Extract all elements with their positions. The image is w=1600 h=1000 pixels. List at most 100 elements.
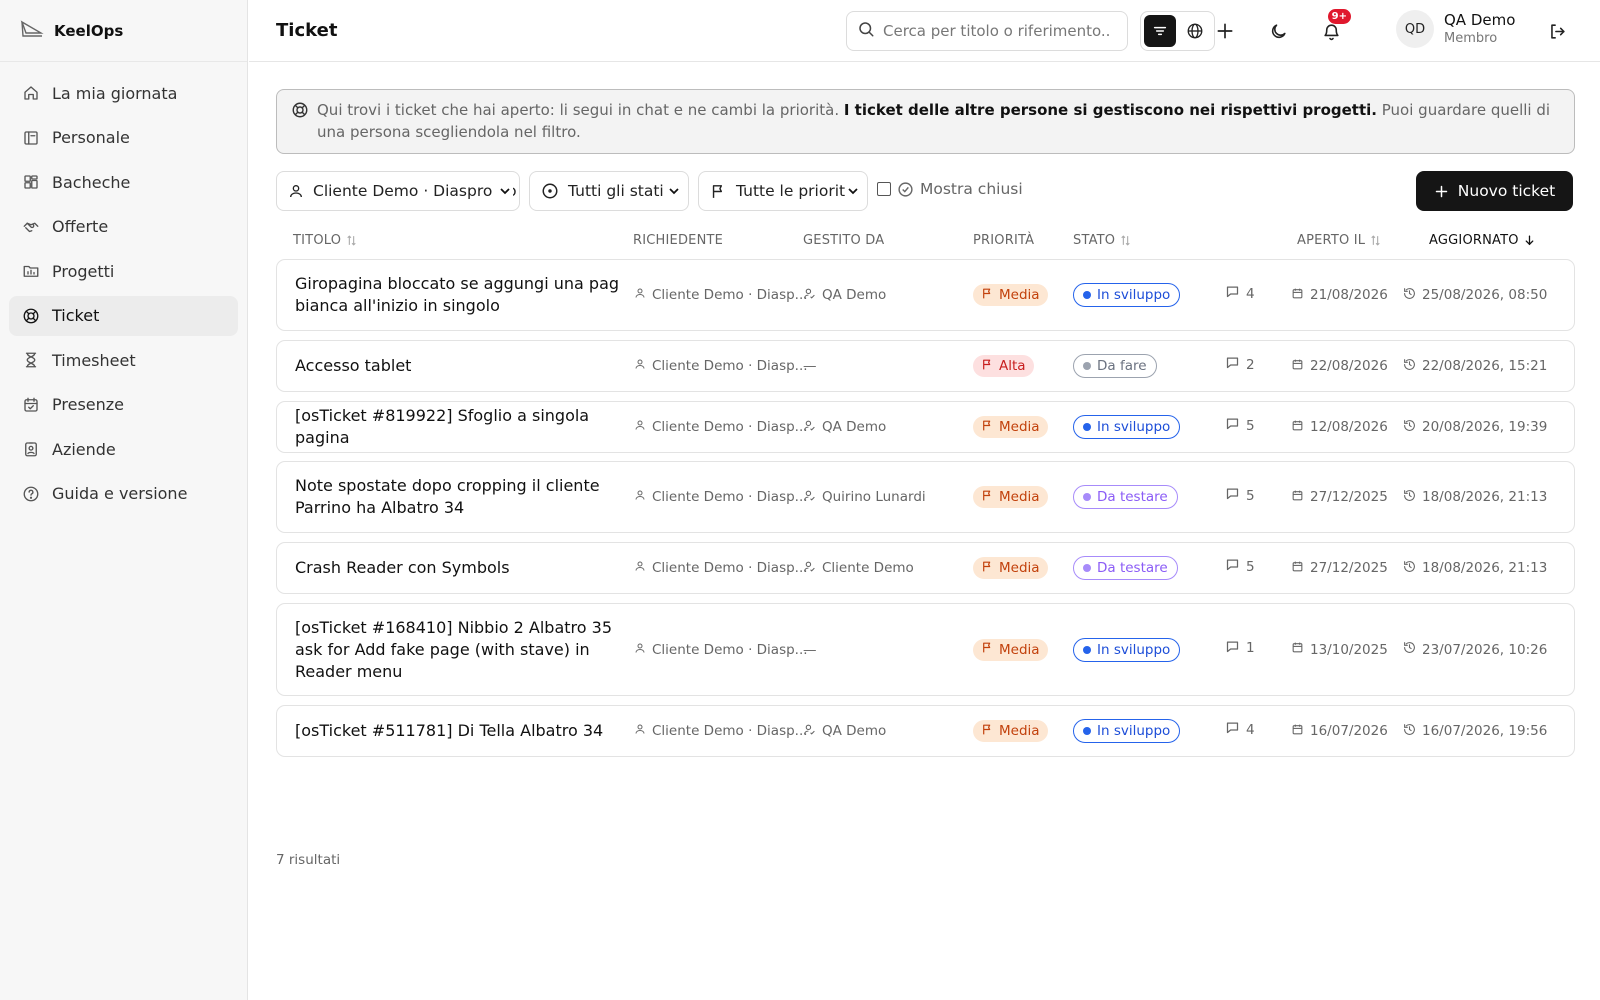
show-closed-checkbox[interactable] bbox=[877, 182, 891, 196]
sidebar-item-guida-e-versione[interactable]: Guida e versione bbox=[9, 474, 238, 514]
add-button[interactable] bbox=[1209, 15, 1241, 47]
priority-badge[interactable]: Media bbox=[973, 557, 1048, 579]
comments-cell: 1 bbox=[1225, 604, 1255, 695]
column-title[interactable]: TITOLO bbox=[293, 233, 358, 248]
table-row[interactable]: [osTicket #819922] Sfoglio a singola pag… bbox=[276, 401, 1575, 453]
chevron-down-icon bbox=[845, 183, 861, 199]
history-icon bbox=[1403, 358, 1416, 375]
requester-name: Cliente Demo · Diasp... bbox=[652, 358, 808, 374]
priority-badge[interactable]: Media bbox=[973, 638, 1048, 661]
person-filter-select[interactable]: Cliente Demo · Diaspro So bbox=[276, 171, 520, 211]
dark-mode-button[interactable] bbox=[1262, 15, 1294, 47]
table-row[interactable]: [osTicket #168410] Nibbio 2 Albatro 35 a… bbox=[276, 603, 1575, 696]
plus-icon bbox=[1217, 23, 1233, 39]
column-opened[interactable]: APERTO IL bbox=[1297, 233, 1382, 248]
user-check-icon bbox=[803, 723, 816, 740]
user-check-icon bbox=[803, 287, 816, 304]
status-filter-select[interactable]: Tutti gli stati bbox=[529, 171, 689, 211]
ticket-title-cell[interactable]: Note spostate dopo cropping il cliente P… bbox=[295, 462, 620, 532]
ticket-title-cell[interactable]: [osTicket #511781] Di Tella Albatro 34 bbox=[295, 706, 620, 756]
flag-icon bbox=[981, 489, 994, 506]
grid-icon bbox=[22, 173, 40, 191]
new-ticket-button[interactable]: Nuovo ticket bbox=[1416, 171, 1573, 211]
manager-cell: — bbox=[803, 341, 817, 391]
priority-label: Media bbox=[999, 287, 1040, 303]
sidebar-item-bacheche[interactable]: Bacheche bbox=[9, 162, 238, 202]
updated-date: 18/08/2026, 21:13 bbox=[1422, 560, 1548, 576]
ticket-title-cell[interactable]: Crash Reader con Symbols bbox=[295, 543, 620, 593]
table-row[interactable]: Accesso tablet Cliente Demo · Diasp... — Al… bbox=[276, 340, 1575, 392]
search-box[interactable] bbox=[846, 11, 1128, 51]
priority-badge[interactable]: Media bbox=[973, 416, 1048, 438]
logo-icon bbox=[20, 19, 44, 43]
user-check-icon bbox=[803, 560, 816, 577]
notice-bold-text: I ticket delle altre persone si gestisco… bbox=[843, 101, 1377, 119]
comments-cell: 5 bbox=[1225, 462, 1255, 532]
flag-icon bbox=[712, 184, 723, 198]
opened-cell: 27/12/2025 bbox=[1291, 462, 1388, 532]
sidebar-item-presenze[interactable]: Presenze bbox=[9, 385, 238, 425]
globe-view-button[interactable] bbox=[1179, 15, 1211, 47]
column-updated[interactable]: AGGIORNATO bbox=[1429, 233, 1536, 248]
user-icon bbox=[634, 358, 646, 374]
priority-cell: Media bbox=[973, 706, 1048, 756]
updated-cell: 18/08/2026, 21:13 bbox=[1403, 462, 1547, 532]
sidebar-item-offerte[interactable]: Offerte bbox=[9, 207, 238, 247]
ticket-title-cell[interactable]: Giropagina bloccato se aggungi una pag b… bbox=[295, 260, 620, 330]
manager-name: — bbox=[803, 358, 817, 374]
manager-name: QA Demo bbox=[822, 419, 887, 435]
table-row[interactable]: Note spostate dopo cropping il cliente P… bbox=[276, 461, 1575, 533]
page-title: Ticket bbox=[276, 20, 338, 41]
notifications-button[interactable]: 9+ bbox=[1315, 9, 1351, 47]
history-icon bbox=[1403, 641, 1416, 658]
check-circle-icon bbox=[898, 181, 913, 197]
priority-badge[interactable]: Alta bbox=[973, 355, 1034, 377]
priority-label: Media bbox=[999, 489, 1040, 505]
history-icon bbox=[1403, 419, 1416, 436]
table-row[interactable]: [osTicket #511781] Di Tella Albatro 34 Cl… bbox=[276, 705, 1575, 757]
show-closed-toggle[interactable]: Mostra chiusi bbox=[877, 180, 1023, 198]
sidebar-item-aziende[interactable]: Aziende bbox=[9, 429, 238, 469]
opened-date: 27/12/2025 bbox=[1310, 560, 1388, 576]
user-name: QA Demo bbox=[1444, 10, 1516, 29]
top-bar: Ticket 9+ QD QA Demo Membro bbox=[249, 0, 1600, 62]
priority-badge[interactable]: Media bbox=[973, 486, 1048, 508]
updated-date: 23/07/2026, 10:26 bbox=[1422, 641, 1548, 658]
status-label: Da fare bbox=[1097, 358, 1147, 374]
priority-badge[interactable]: Media bbox=[973, 720, 1048, 742]
sidebar-item-label: Aziende bbox=[52, 439, 116, 459]
chevron-down-icon bbox=[497, 183, 513, 199]
priority-badge[interactable]: Media bbox=[973, 284, 1048, 306]
column-opened-label: APERTO IL bbox=[1297, 233, 1366, 248]
logout-button[interactable] bbox=[1541, 15, 1573, 47]
filter-view-button[interactable] bbox=[1144, 15, 1176, 47]
ticket-title-cell[interactable]: Accesso tablet bbox=[295, 341, 620, 391]
table-row[interactable]: Crash Reader con Symbols Cliente Demo · D… bbox=[276, 542, 1575, 594]
sidebar-item-ticket[interactable]: Ticket bbox=[9, 295, 238, 336]
brand[interactable]: KeelOps bbox=[0, 0, 247, 62]
ticket-title: [osTicket #819922] Sfoglio a singola pag… bbox=[295, 406, 590, 447]
search-input[interactable] bbox=[883, 22, 1111, 40]
user-menu[interactable]: QD QA Demo Membro bbox=[1396, 10, 1515, 48]
sidebar-item-label: Offerte bbox=[52, 217, 109, 236]
status-dot bbox=[1083, 362, 1091, 370]
status-cell: Da testare bbox=[1073, 462, 1178, 532]
requester-name: Cliente Demo · Diasp... bbox=[652, 489, 808, 505]
sidebar-item-progetti[interactable]: Progetti bbox=[9, 251, 238, 291]
sidebar-item-label: Bacheche bbox=[52, 172, 131, 192]
comments-cell: 5 bbox=[1225, 402, 1255, 452]
sidebar-item-personale[interactable]: Personale bbox=[9, 118, 238, 158]
flag-icon bbox=[981, 287, 994, 304]
user-icon bbox=[634, 419, 646, 435]
column-status[interactable]: STATO bbox=[1073, 233, 1132, 248]
ticket-title-cell[interactable]: [osTicket #168410] Nibbio 2 Albatro 35 a… bbox=[295, 604, 620, 695]
status-label: In sviluppo bbox=[1097, 287, 1171, 303]
ticket-title-cell[interactable]: [osTicket #819922] Sfoglio a singola pag… bbox=[295, 402, 620, 452]
calendar-icon bbox=[1291, 723, 1304, 740]
priority-filter-select[interactable]: Tutte le priorità bbox=[698, 171, 868, 211]
notifications-badge: 9+ bbox=[1327, 9, 1351, 24]
user-role: Membro bbox=[1444, 30, 1498, 46]
sidebar-item-timesheet[interactable]: Timesheet bbox=[9, 340, 238, 380]
table-row[interactable]: Giropagina bloccato se aggungi una pag b… bbox=[276, 259, 1575, 331]
sidebar-item-la-mia-giornata[interactable]: La mia giornata bbox=[9, 73, 238, 113]
